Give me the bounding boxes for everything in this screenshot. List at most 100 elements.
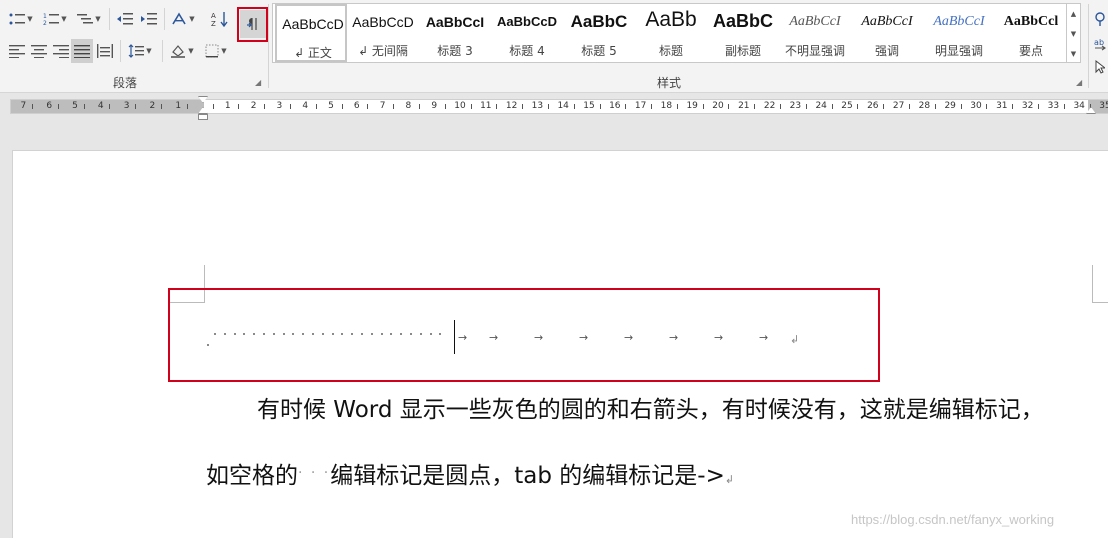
- align-center-button[interactable]: [28, 40, 50, 62]
- replace-button[interactable]: ab: [1092, 34, 1108, 56]
- left-indent-marker[interactable]: [198, 114, 208, 120]
- ruler-number: 27: [892, 101, 905, 111]
- borders-icon: [205, 44, 219, 58]
- align-right-button[interactable]: [50, 40, 72, 62]
- decrease-indent-icon: [117, 12, 133, 26]
- replace-icon: ab: [1094, 37, 1106, 53]
- ruler-tick: [651, 104, 652, 109]
- bullets-button[interactable]: ▼: [6, 8, 36, 30]
- ruler-number: 25: [841, 101, 853, 111]
- ruler-strip[interactable]: 7 6 5 4 3 2 1 1 2 3 4 5 6 7 8 9 10 11 12 13 14 15 16 17 18 19 20 21…: [10, 99, 1108, 114]
- styles-gallery: AaBbCcD ↲ 正文 AaBbCcD ↲ 无间隔 AaBbCcI 标题 3 …: [272, 3, 1067, 63]
- numbering-icon: 12: [43, 12, 60, 26]
- body-text-line-2[interactable]: 如空格的· · ·编辑标记是圆点，tab 的编辑标记是->↲: [206, 456, 734, 490]
- ruler-number: 35: [1099, 101, 1108, 111]
- ruler-number: 4: [97, 101, 104, 111]
- style-heading-4[interactable]: AaBbCcD 标题 4: [491, 4, 563, 62]
- ruler-tick: [1038, 104, 1039, 109]
- style-strong[interactable]: AaBbCcl 要点: [995, 4, 1067, 62]
- style-normal[interactable]: AaBbCcD ↲ 正文: [275, 4, 347, 62]
- ruler-tick: [32, 104, 33, 109]
- style-preview: AaBbCcI: [789, 14, 841, 29]
- svg-text:A: A: [211, 12, 216, 20]
- style-label: 强调: [874, 44, 899, 58]
- ruler-tick: [935, 104, 936, 109]
- select-button[interactable]: [1092, 56, 1108, 78]
- style-label: 标题 5: [581, 44, 617, 58]
- line-spacing-button[interactable]: ▼: [124, 40, 156, 62]
- svg-text:b: b: [1099, 38, 1104, 47]
- increase-indent-button[interactable]: [138, 8, 160, 30]
- ruler-tick: [961, 104, 962, 109]
- justify-button[interactable]: [71, 39, 93, 63]
- ruler-number: 30: [970, 101, 982, 111]
- ruler-number: 8: [405, 101, 412, 111]
- shading-button[interactable]: ▼: [166, 40, 198, 62]
- bullets-icon: [9, 12, 26, 26]
- ruler-number: 2: [250, 101, 257, 111]
- style-preview: AaBbCcD: [497, 14, 557, 29]
- separator: [162, 40, 163, 62]
- style-no-spacing[interactable]: AaBbCcD ↲ 无间隔: [347, 4, 419, 62]
- body-text-segment: 如空格的: [206, 463, 298, 489]
- multilevel-list-button[interactable]: ▼: [74, 8, 104, 30]
- ruler-tick: [780, 104, 781, 109]
- line-spacing-icon: [128, 44, 145, 58]
- separator: [109, 8, 110, 30]
- horizontal-ruler[interactable]: 7 6 5 4 3 2 1 1 2 3 4 5 6 7 8 9 10 11 12 13 14 15 16 17 18 19 20 21…: [0, 93, 1108, 125]
- ruler-tick: [574, 104, 575, 109]
- select-cursor-icon: [1095, 60, 1105, 74]
- align-left-icon: [9, 44, 25, 58]
- ruler-number: 23: [789, 101, 802, 111]
- ruler-number: 19: [686, 101, 698, 111]
- ruler-number: 34: [1073, 101, 1085, 111]
- svg-text:2: 2: [43, 20, 47, 26]
- svg-text:1: 1: [43, 13, 47, 20]
- style-intense-emphasis[interactable]: AaBbCcI 明显强调: [923, 4, 995, 62]
- ruler-tick: [754, 104, 755, 109]
- asian-layout-button[interactable]: ▼: [168, 8, 198, 30]
- borders-button[interactable]: ▼: [200, 40, 232, 62]
- style-heading-5[interactable]: AaBbC 标题 5: [563, 4, 635, 62]
- ruler-tick: [187, 104, 188, 109]
- chevron-up-icon[interactable]: ▲: [1067, 4, 1080, 24]
- body-text-line-1[interactable]: 有时候 Word 显示一些灰色的圆的和右箭头，有时候没有，这就是编辑标记，: [257, 390, 1044, 424]
- style-subtitle[interactable]: AaBbC 副标题: [707, 4, 779, 62]
- svg-text:Z: Z: [211, 20, 216, 27]
- chevron-down-icon[interactable]: ▼: [1067, 24, 1080, 44]
- ruler-tick: [342, 104, 343, 109]
- style-title[interactable]: AaBb 标题: [635, 4, 707, 62]
- ruler-tick: [728, 104, 729, 109]
- ruler-tick: [625, 104, 626, 109]
- style-label: ↲ 无间隔: [358, 44, 408, 58]
- ruler-number: 29: [944, 101, 956, 111]
- style-label: ↲ 正文: [294, 46, 332, 60]
- ruler-number: 1: [224, 101, 231, 111]
- ruler-number: 21: [738, 101, 750, 111]
- styles-dialog-launcher-icon[interactable]: ◢: [1076, 78, 1082, 87]
- show-marks-annotation-box: [237, 7, 268, 42]
- paragraph-dialog-launcher-icon[interactable]: ◢: [255, 78, 261, 87]
- more-styles-icon[interactable]: ▼: [1067, 44, 1080, 64]
- ruler-number: 26: [867, 101, 879, 111]
- align-left-button[interactable]: [6, 40, 28, 62]
- numbering-button[interactable]: 1 2 ▼: [40, 8, 70, 30]
- find-button[interactable]: [1092, 8, 1108, 30]
- style-subtle-emphasis[interactable]: AaBbCcI 不明显强调: [779, 4, 851, 62]
- align-center-icon: [31, 44, 47, 58]
- style-preview: AaBb: [645, 8, 697, 31]
- ruler-number: 6: [353, 101, 360, 111]
- crop-mark: [1092, 265, 1093, 303]
- ruler-number: 28: [918, 101, 931, 111]
- ruler-number: 17: [634, 101, 647, 111]
- shading-icon: [170, 44, 186, 58]
- distributed-button[interactable]: [94, 40, 116, 62]
- style-emphasis[interactable]: AaBbCcI 强调: [851, 4, 923, 62]
- style-heading-3[interactable]: AaBbCcI 标题 3: [419, 4, 491, 62]
- ruler-number: 12: [505, 101, 518, 111]
- justify-icon: [74, 44, 90, 58]
- multilevel-list-icon: [77, 12, 94, 26]
- sort-button[interactable]: AZ: [208, 8, 232, 30]
- ruler-tick: [600, 104, 601, 109]
- decrease-indent-button[interactable]: [114, 8, 136, 30]
